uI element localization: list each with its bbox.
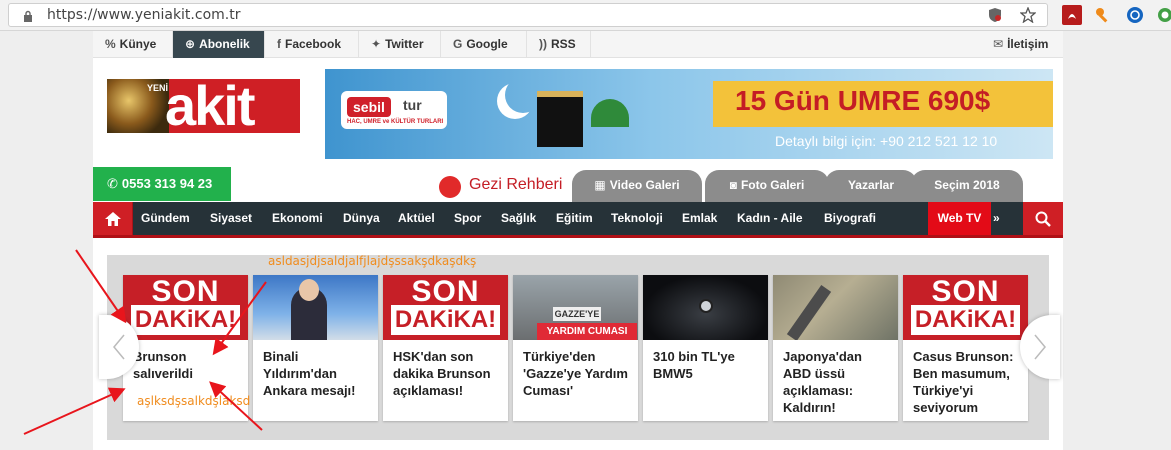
nav-item-siyaset[interactable]: Siyaset — [210, 202, 252, 235]
top-utility-bar: % Künye ⊕ Abonelik f Facebook ✦ Twitter G Goo… — [93, 31, 1063, 58]
address-bar[interactable]: https://www.yeniakit.com.tr — [8, 3, 1048, 27]
news-caption: Japonya'dan ABD üssü açıklaması: Kaldırı… — [783, 349, 862, 415]
logo-main-text: akit — [165, 79, 255, 133]
facebook-icon: f — [277, 37, 281, 51]
double-chevron-down-icon: » — [993, 211, 1000, 225]
page-container: % Künye ⊕ Abonelik f Facebook ✦ Twitter G Goo… — [93, 31, 1063, 450]
aerial-base-thumbnail — [773, 275, 898, 340]
tab-video-galeri[interactable]: ▦ Video Galeri — [572, 170, 702, 202]
banner-headline: 15 Gün UMRE 690$ — [735, 85, 991, 116]
yardim-sign: YARDIM CUMASI — [537, 323, 637, 340]
sebiltur-brand: sebil tur HAC, UMRE ve KÜLTÜR TURLARI — [341, 91, 447, 129]
nav-item-dunya[interactable]: Dünya — [343, 202, 380, 235]
google-link[interactable]: G Google — [441, 31, 527, 58]
facebook-link[interactable]: f Facebook — [265, 31, 359, 58]
news-card[interactable]: SON DAKiKA! HSK'dan son dakika Brunson a… — [383, 275, 508, 421]
brand-sebil: sebil — [347, 97, 391, 117]
amazon-extension-icon[interactable] — [1125, 5, 1145, 25]
nav-items: Gündem Siyaset Ekonomi Dünya Aktüel Spor… — [133, 202, 1026, 258]
news-caption: Brunson salıverildi — [133, 349, 193, 381]
news-caption: Türkiye'den 'Gazze'ye Yardım Cuması' — [523, 349, 628, 398]
annotation-text-top: asldasjdjsaldjalfjlajdşssakşdkaşdkş — [268, 254, 477, 268]
news-caption: 310 bin TL'ye BMW5 — [653, 349, 735, 381]
pdf-extension-icon[interactable] — [1062, 5, 1082, 25]
son-dakika-thumbnail: SON DAKiKA! — [383, 275, 508, 340]
twitter-icon: ✦ — [371, 37, 382, 51]
home-icon — [104, 211, 121, 226]
contact-link[interactable]: ✉ İletişim — [981, 31, 1063, 58]
nav-item-tumu[interactable]: » Tümü — [993, 202, 1026, 258]
whatsapp-phone-button[interactable]: ✆ 0553 313 94 23 — [93, 167, 231, 201]
whatsapp-icon: ✆ — [107, 176, 118, 191]
news-carousel: SON DAKiKA! Brunson salıverildi Binali Y… — [99, 255, 1060, 440]
son-dakika-thumbnail: SON DAKiKA! — [123, 275, 248, 340]
url-text: https://www.yeniakit.com.tr — [47, 7, 241, 23]
nav-item-web-tv[interactable]: Web TV — [928, 202, 991, 235]
news-card[interactable]: Japonya'dan ABD üssü açıklaması: Kaldırı… — [773, 275, 898, 421]
star-bookmark-icon[interactable] — [1018, 5, 1038, 25]
twitter-link[interactable]: ✦ Twitter — [359, 31, 441, 58]
news-card[interactable]: 310 bin TL'ye BMW5 — [643, 275, 768, 421]
news-card[interactable]: GAZZE'YE YARDIM CUMASI Türkiye'den 'Gazz… — [513, 275, 638, 421]
gazze-sign: GAZZE'YE — [553, 307, 601, 321]
bmw-car-thumbnail — [643, 275, 768, 340]
nav-item-kadin-aile[interactable]: Kadın - Aile — [737, 202, 803, 235]
news-caption: Casus Brunson: Ben masumum, Türkiye'yi s… — [913, 349, 1014, 415]
nav-item-aktuel[interactable]: Aktüel — [398, 202, 435, 235]
rss-link[interactable]: )) RSS — [527, 31, 591, 58]
chevron-right-icon — [1034, 334, 1046, 360]
bmw-logo-icon — [699, 299, 713, 313]
tab-secim-2018[interactable]: Seçim 2018 — [911, 170, 1023, 202]
plus-circle-icon: ⊕ — [185, 37, 196, 51]
search-button[interactable] — [1023, 202, 1063, 235]
key-extension-icon[interactable] — [1093, 5, 1113, 25]
crescent-moon-icon — [505, 77, 541, 113]
news-card[interactable]: SON DAKiKA! Casus Brunson: Ben masumum, … — [903, 275, 1028, 421]
banner-info: Detaylı bilgi için: +90 212 521 12 10 — [775, 133, 998, 149]
brand-tur: tur — [403, 97, 422, 113]
runway-strip — [786, 284, 832, 340]
nav-item-saglik[interactable]: Sağlık — [501, 202, 536, 235]
abonelik-link[interactable]: ⊕ Abonelik — [173, 31, 265, 58]
gezi-rehberi-label: Gezi Rehberi — [469, 176, 563, 193]
rss-icon: )) — [539, 37, 547, 51]
shield-block-icon[interactable] — [985, 5, 1005, 25]
search-icon — [1035, 211, 1051, 227]
main-navigation: Gündem Siyaset Ekonomi Dünya Aktüel Spor… — [93, 202, 1063, 258]
kaaba-image — [537, 91, 583, 147]
turkish-airlines-icon — [439, 176, 461, 198]
annotation-text-bottom: aşlksdşsalkdşlaksd — [137, 394, 251, 408]
nav-item-biyografi[interactable]: Biyografi — [824, 202, 876, 235]
browser-toolbar: https://www.yeniakit.com.tr — [0, 0, 1171, 31]
green-dome-image — [591, 99, 629, 127]
umre-banner-ad[interactable]: sebil tur HAC, UMRE ve KÜLTÜR TURLARI 15… — [325, 69, 1053, 159]
kunye-link[interactable]: % Künye — [93, 31, 173, 58]
site-logo[interactable]: YENİ akit — [107, 79, 300, 133]
speech-photo-thumbnail — [253, 275, 378, 340]
nav-item-gundem[interactable]: Gündem — [141, 202, 190, 235]
link-icon: % — [105, 37, 116, 51]
chevron-left-icon — [113, 334, 125, 360]
nav-item-ekonomi[interactable]: Ekonomi — [272, 202, 323, 235]
son-dakika-thumbnail: SON DAKiKA! — [903, 275, 1028, 340]
crowd-photo-thumbnail: GAZZE'YE YARDIM CUMASI — [513, 275, 638, 340]
nav-item-emlak[interactable]: Emlak — [682, 202, 717, 235]
nav-item-spor[interactable]: Spor — [454, 202, 481, 235]
tab-yazarlar[interactable]: Yazarlar — [825, 170, 917, 202]
google-icon: G — [453, 37, 463, 51]
green-extension-icon[interactable] — [1155, 5, 1171, 25]
brand-subtitle: HAC, UMRE ve KÜLTÜR TURLARI — [347, 119, 444, 125]
home-button[interactable] — [93, 202, 133, 235]
nav-item-teknoloji[interactable]: Teknoloji — [611, 202, 663, 235]
nav-item-egitim[interactable]: Eğitim — [556, 202, 593, 235]
news-caption: Binali Yıldırım'dan Ankara mesajı! — [263, 349, 356, 398]
news-caption: HSK'dan son dakika Brunson açıklaması! — [393, 349, 491, 398]
tab-foto-galeri[interactable]: ◙ Foto Galeri — [705, 170, 829, 202]
camera-icon: ◙ — [729, 178, 737, 192]
speaker-head — [299, 279, 319, 301]
news-card[interactable]: Binali Yıldırım'dan Ankara mesajı! — [253, 275, 378, 421]
film-icon: ▦ — [594, 178, 606, 192]
envelope-icon: ✉ — [993, 37, 1004, 51]
lock-icon — [24, 10, 32, 22]
